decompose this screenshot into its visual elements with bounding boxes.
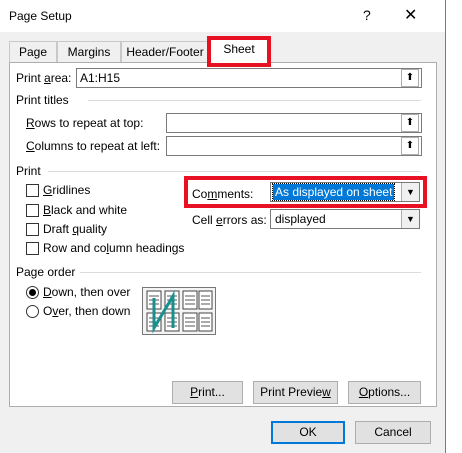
chevron-down-icon[interactable]: ▼ xyxy=(401,183,419,201)
tab-page[interactable]: Page xyxy=(9,41,57,62)
page-order-preview-icon xyxy=(146,290,213,334)
columns-repeat-collapse-icon[interactable]: ⬆ xyxy=(401,137,419,155)
black-white-label[interactable]: Black and white xyxy=(43,203,127,217)
rows-repeat-input[interactable] xyxy=(166,113,422,133)
ok-button[interactable]: OK xyxy=(271,421,345,444)
comments-label: Comments: xyxy=(192,187,254,201)
title-bar: Page Setup ? ✕ xyxy=(0,0,445,32)
print-heading: Print xyxy=(16,164,41,178)
draft-quality-label[interactable]: Draft quality xyxy=(43,222,107,236)
cell-errors-selected-value: displayed xyxy=(275,212,326,226)
comments-select[interactable]: As displayed on sheet ▼ xyxy=(270,182,420,202)
rows-repeat-collapse-icon[interactable]: ⬆ xyxy=(401,114,419,132)
print-preview-button[interactable]: Print Preview xyxy=(253,381,338,404)
cancel-button[interactable]: Cancel xyxy=(355,421,431,444)
over-then-down-label[interactable]: Over, then down xyxy=(43,304,130,318)
gridlines-label[interactable]: Gridlines xyxy=(43,183,90,197)
page-setup-dialog: Page Setup ? ✕ Page Margins Header/Foote… xyxy=(0,0,446,453)
print-area-input[interactable]: A1:H15 xyxy=(76,68,422,88)
rows-repeat-label: Rows to repeat at top: xyxy=(26,116,144,130)
tab-margins[interactable]: Margins xyxy=(57,41,121,62)
tab-header-footer[interactable]: Header/Footer xyxy=(121,41,209,62)
row-column-headings-label[interactable]: Row and column headings xyxy=(43,241,184,255)
down-then-over-radio[interactable] xyxy=(26,286,39,299)
cell-errors-label: Cell errors as: xyxy=(192,213,267,227)
print-area-collapse-icon[interactable]: ⬆ xyxy=(401,69,419,87)
black-white-checkbox[interactable] xyxy=(26,204,39,217)
columns-repeat-label: Columns to repeat at left: xyxy=(26,139,161,153)
print-button[interactable]: Print... xyxy=(172,381,243,404)
draft-quality-checkbox[interactable] xyxy=(26,223,39,236)
help-button[interactable]: ? xyxy=(363,7,371,23)
options-button[interactable]: Options... xyxy=(348,381,421,404)
close-button[interactable]: ✕ xyxy=(404,5,417,25)
print-area-label: Print area: xyxy=(16,71,72,85)
columns-repeat-input[interactable] xyxy=(166,136,422,156)
row-column-headings-checkbox[interactable] xyxy=(26,242,39,255)
print-titles-divider xyxy=(88,100,421,101)
cell-errors-select[interactable]: displayed ▼ xyxy=(270,209,420,229)
comments-selected-value: As displayed on sheet xyxy=(271,183,396,201)
page-order-heading: Page order xyxy=(16,265,76,279)
page-order-divider xyxy=(80,272,421,273)
gridlines-checkbox[interactable] xyxy=(26,184,39,197)
tab-sheet[interactable]: Sheet xyxy=(209,38,269,63)
print-titles-heading: Print titles xyxy=(16,93,69,107)
page-order-preview-image xyxy=(142,287,216,335)
dialog-title: Page Setup xyxy=(9,9,72,23)
down-then-over-label[interactable]: Down, then over xyxy=(43,285,130,299)
print-divider xyxy=(48,171,421,172)
chevron-down-icon[interactable]: ▼ xyxy=(401,210,419,228)
over-then-down-radio[interactable] xyxy=(26,305,39,318)
